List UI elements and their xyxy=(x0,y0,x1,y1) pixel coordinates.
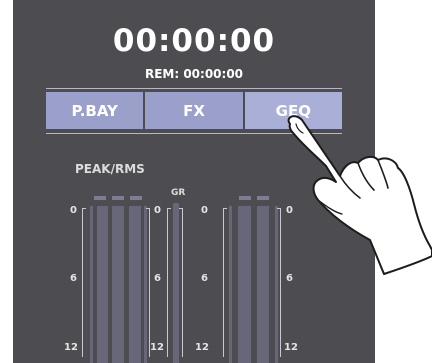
pointing-hand-icon xyxy=(0,0,432,363)
